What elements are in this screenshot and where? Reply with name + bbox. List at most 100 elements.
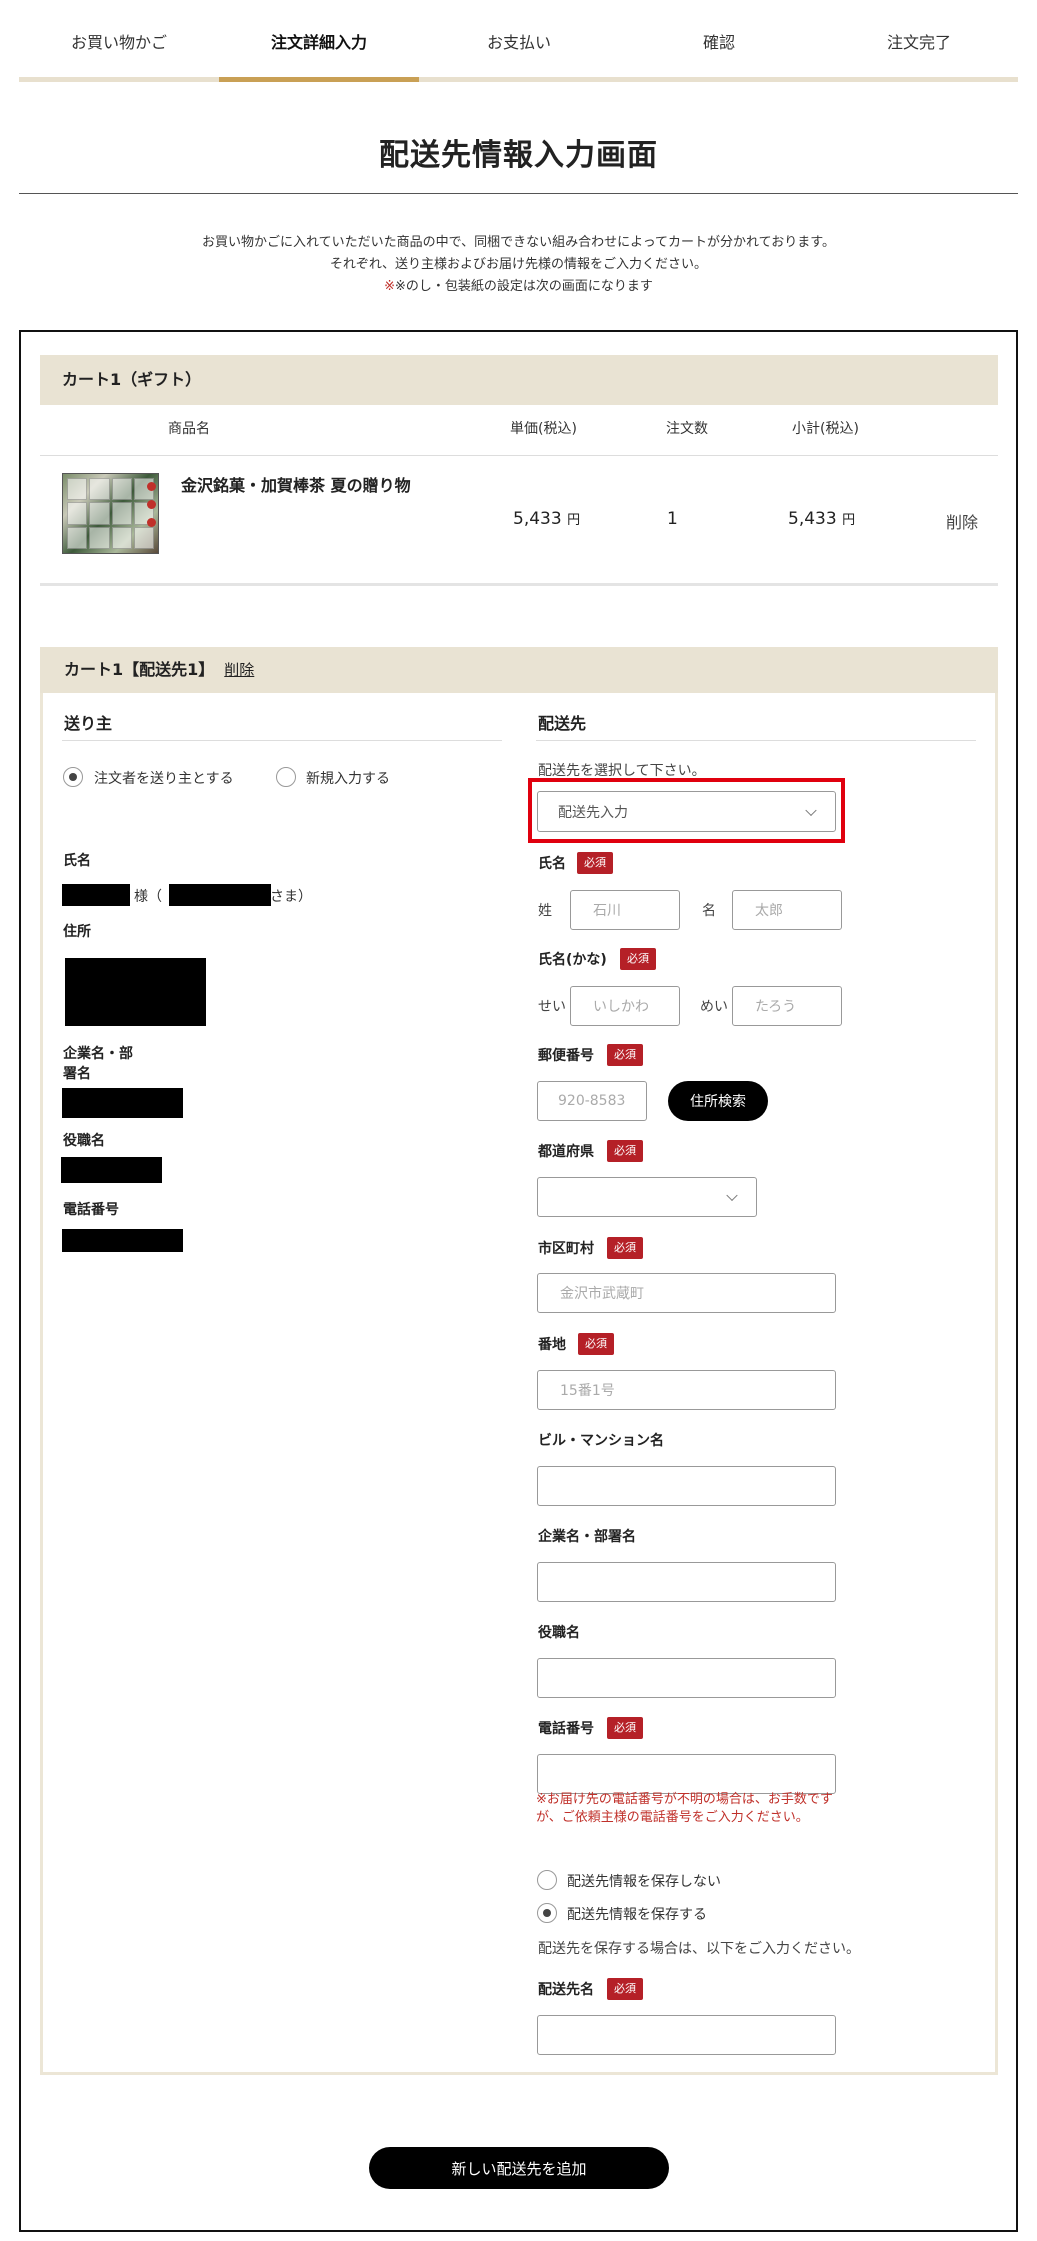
cart-header: カート1（ギフト）: [40, 355, 998, 405]
dest-name-input[interactable]: [537, 2015, 836, 2055]
street-input[interactable]: 15番1号: [537, 1370, 836, 1410]
sei-input[interactable]: 石川: [570, 890, 680, 930]
required-badge: 必須: [577, 852, 613, 874]
redacted-address: [65, 958, 206, 1026]
save-note: 配送先を保存する場合は、以下をご入力ください。: [538, 1941, 860, 1957]
col-header-qty: 注文数: [666, 421, 708, 437]
sei-placeholder: 石川: [593, 903, 621, 919]
building-label: ビル・マンション名: [538, 1433, 664, 1449]
postal-label: 郵便番号: [538, 1048, 594, 1064]
save-yes-radio[interactable]: [537, 1903, 557, 1923]
save-yes-label[interactable]: 配送先情報を保存する: [567, 1904, 707, 1924]
page-title: 配送先情報入力画面: [379, 138, 658, 173]
quantity: 1: [667, 509, 678, 529]
prefecture-label: 都道府県: [538, 1144, 594, 1160]
mei-kana-placeholder: たろう: [755, 999, 797, 1015]
step-order-details[interactable]: 注文詳細入力: [219, 0, 419, 82]
subtotal: 5,433 円: [788, 509, 855, 529]
destination-header: カート1【配送先1】 削除: [40, 647, 998, 693]
sender-title: 送り主: [64, 714, 113, 733]
intro-line-3: ※※のし・包装紙の設定は次の画面になります: [384, 279, 653, 294]
subtotal-value: 5,433: [788, 509, 837, 529]
address-search-button[interactable]: 住所検索: [668, 1081, 768, 1121]
sender-self-radio[interactable]: [63, 767, 83, 787]
cart-bottom-divider: [40, 583, 998, 586]
checkout-steps: お買い物かご 注文詳細入力 お支払い 確認 注文完了: [19, 0, 1018, 82]
unit-price: 5,433 円: [513, 509, 580, 529]
sender-name-label: 氏名: [63, 853, 91, 869]
sender-new-label[interactable]: 新規入力する: [306, 768, 390, 788]
street-label: 番地: [538, 1337, 566, 1353]
product-image[interactable]: [62, 473, 159, 554]
phone-note: ※お届け先の電話番号が不明の場合は、お手数ですが、ご依頼主様の電話番号をご入力く…: [536, 1792, 833, 1825]
sender-divider: [62, 740, 502, 741]
intro-text: お買い物かごに入れていただいた商品の中で、同梱できない組み合わせによってカートが…: [0, 232, 1037, 298]
sender-sama: 様（: [134, 889, 162, 905]
selection-highlight: [528, 778, 845, 843]
col-header-subtotal: 小計(税込): [792, 421, 859, 437]
title-divider: [19, 193, 1018, 194]
recipient-divider: [536, 740, 976, 741]
phone-label: 電話番号: [538, 1721, 594, 1737]
street-placeholder: 15番1号: [560, 1383, 615, 1399]
city-placeholder: 金沢市武蔵町: [560, 1286, 644, 1302]
sender-company-label-1: 企業名・部: [63, 1046, 133, 1062]
mei-kana-input[interactable]: たろう: [732, 986, 842, 1026]
sei-kana-input[interactable]: いしかわ: [570, 986, 680, 1026]
required-badge: 必須: [607, 1717, 643, 1739]
step-payment: お支払い: [486, 33, 551, 52]
destination-box: [40, 647, 998, 2075]
sender-address-label: 住所: [63, 924, 91, 940]
prefecture-select[interactable]: [537, 1177, 757, 1217]
delete-item-link[interactable]: 削除: [946, 509, 978, 533]
sender-phone-label: 電話番号: [63, 1202, 119, 1218]
required-badge: 必須: [620, 948, 656, 970]
step-cart[interactable]: お買い物かご: [19, 0, 219, 82]
postal-input[interactable]: 920-8583: [537, 1081, 647, 1121]
select-prompt: 配送先を選択して下さい。: [538, 763, 706, 779]
table-divider: [40, 455, 998, 456]
required-badge: 必須: [607, 1044, 643, 1066]
phone-input[interactable]: [537, 1754, 836, 1794]
step-complete: 注文完了: [886, 33, 951, 52]
redacted-name-kana: [169, 884, 271, 906]
redacted-position: [61, 1157, 162, 1183]
sei-kana-label: せい: [538, 999, 566, 1015]
sender-company-label-2: 署名: [63, 1066, 91, 1082]
sender-self-label[interactable]: 注文者を送り主とする: [94, 768, 234, 788]
required-badge: 必須: [607, 1140, 643, 1162]
recipient-name-label: 氏名: [538, 856, 566, 872]
save-no-radio[interactable]: [537, 1870, 557, 1890]
redacted-phone: [62, 1229, 183, 1252]
required-badge: 必須: [607, 1978, 643, 2000]
chevron-down-icon: [726, 1189, 738, 1202]
destination-header-title: カート1【配送先1】: [64, 660, 215, 679]
sender-position-label: 役職名: [63, 1133, 105, 1149]
city-input[interactable]: 金沢市武蔵町: [537, 1273, 836, 1313]
position-label: 役職名: [538, 1625, 580, 1641]
unit-price-currency: 円: [567, 513, 581, 528]
product-name[interactable]: 金沢銘菓・加賀棒茶 夏の贈り物: [181, 472, 411, 496]
position-input[interactable]: [537, 1658, 836, 1698]
sender-company-label: 企業名・部 署名: [63, 1043, 133, 1083]
step-confirm: 確認: [702, 33, 735, 52]
sender-sama-close: さま）: [270, 889, 312, 905]
building-input[interactable]: [537, 1466, 836, 1506]
col-header-product: 商品名: [168, 421, 210, 437]
save-no-label[interactable]: 配送先情報を保存しない: [567, 1871, 721, 1891]
dest-name-label: 配送先名: [538, 1982, 594, 1998]
mei-kana-label: めい: [700, 999, 728, 1015]
mei-input[interactable]: 太郎: [732, 890, 842, 930]
add-destination-button[interactable]: 新しい配送先を追加: [369, 2147, 669, 2189]
sei-kana-placeholder: いしかわ: [593, 999, 649, 1015]
sender-new-radio[interactable]: [276, 767, 296, 787]
subtotal-currency: 円: [842, 513, 856, 528]
mei-placeholder: 太郎: [755, 903, 783, 919]
city-label: 市区町村: [538, 1241, 594, 1257]
col-header-price: 単価(税込): [510, 421, 577, 437]
company-input[interactable]: [537, 1562, 836, 1602]
intro-line-1: お買い物かごに入れていただいた商品の中で、同梱できない組み合わせによってカートが…: [202, 235, 835, 250]
required-badge: 必須: [607, 1237, 643, 1259]
delete-destination-link[interactable]: 削除: [224, 661, 254, 679]
redacted-company: [62, 1088, 183, 1118]
